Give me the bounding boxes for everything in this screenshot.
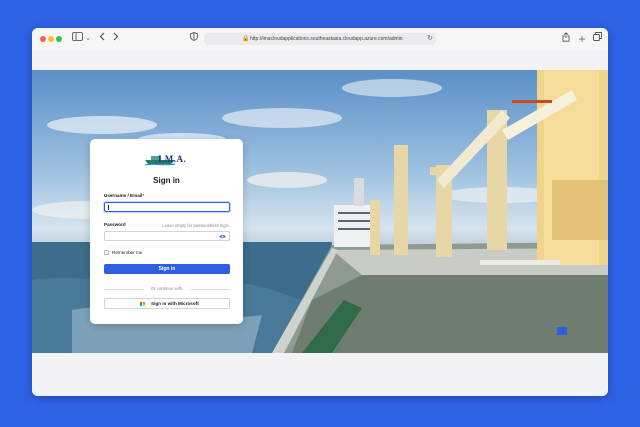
hero-ship-background: I.M.A. Sign in Username / Email* Passwor… — [32, 70, 608, 353]
page-content: I.M.A. Sign in Username / Email* Passwor… — [32, 50, 608, 396]
chevron-left-icon — [99, 32, 105, 41]
sign-in-button[interactable]: Sign in — [104, 264, 230, 274]
username-label: Username / Email* — [104, 193, 144, 198]
company-logo: I.M.A. — [90, 154, 243, 168]
remember-me-checkbox[interactable] — [104, 250, 109, 255]
address-bar[interactable]: 🔒 http://imacloudapplications.southeasta… — [204, 33, 436, 45]
maximize-window-button[interactable] — [56, 36, 62, 42]
username-label-text: Username / Email — [104, 193, 143, 198]
text-caret — [108, 205, 109, 210]
lock-icon: 🔒 — [242, 36, 250, 42]
url-text[interactable]: http://imacloudapplications.southeastasi… — [250, 33, 403, 45]
remember-me-label[interactable]: Remember me — [112, 250, 142, 255]
forward-button[interactable] — [110, 32, 122, 46]
eye-icon[interactable] — [219, 232, 226, 243]
plus-icon[interactable]: + — [576, 32, 588, 46]
sidebar-icon[interactable] — [70, 32, 84, 46]
logo-text: I.M.A. — [158, 154, 187, 164]
password-label: Password — [104, 222, 126, 227]
ship-superstructure — [334, 178, 374, 247]
divider-right — [190, 289, 230, 290]
username-input[interactable] — [104, 202, 230, 212]
minimize-window-button[interactable] — [48, 36, 54, 42]
microsoft-logo-icon — [140, 301, 145, 307]
sign-in-microsoft-label[interactable]: Sign in with Microsoft — [151, 299, 199, 308]
chevron-down-icon[interactable]: ⌄ — [84, 32, 92, 46]
login-card: I.M.A. Sign in Username / Email* Passwor… — [90, 139, 243, 324]
share-icon[interactable] — [560, 32, 572, 46]
sign-in-microsoft-button[interactable]: Sign in with Microsoft — [104, 298, 230, 309]
back-button[interactable] — [96, 32, 108, 46]
shield-icon[interactable] — [188, 32, 200, 46]
password-input[interactable] — [104, 231, 230, 241]
required-mark: * — [142, 193, 145, 198]
chevron-right-icon — [113, 32, 119, 41]
tabs-icon[interactable] — [591, 32, 603, 46]
browser-window: ⌄ 🔒 http://imacloudapplications.southeas… — [32, 28, 608, 396]
close-window-button[interactable] — [40, 36, 46, 42]
page-title: Sign in — [153, 176, 180, 185]
browser-toolbar: ⌄ 🔒 http://imacloudapplications.southeas… — [32, 28, 608, 51]
password-hint: Leave empty for passwordless login. — [162, 222, 230, 228]
reload-icon[interactable]: ↻ — [427, 33, 433, 45]
